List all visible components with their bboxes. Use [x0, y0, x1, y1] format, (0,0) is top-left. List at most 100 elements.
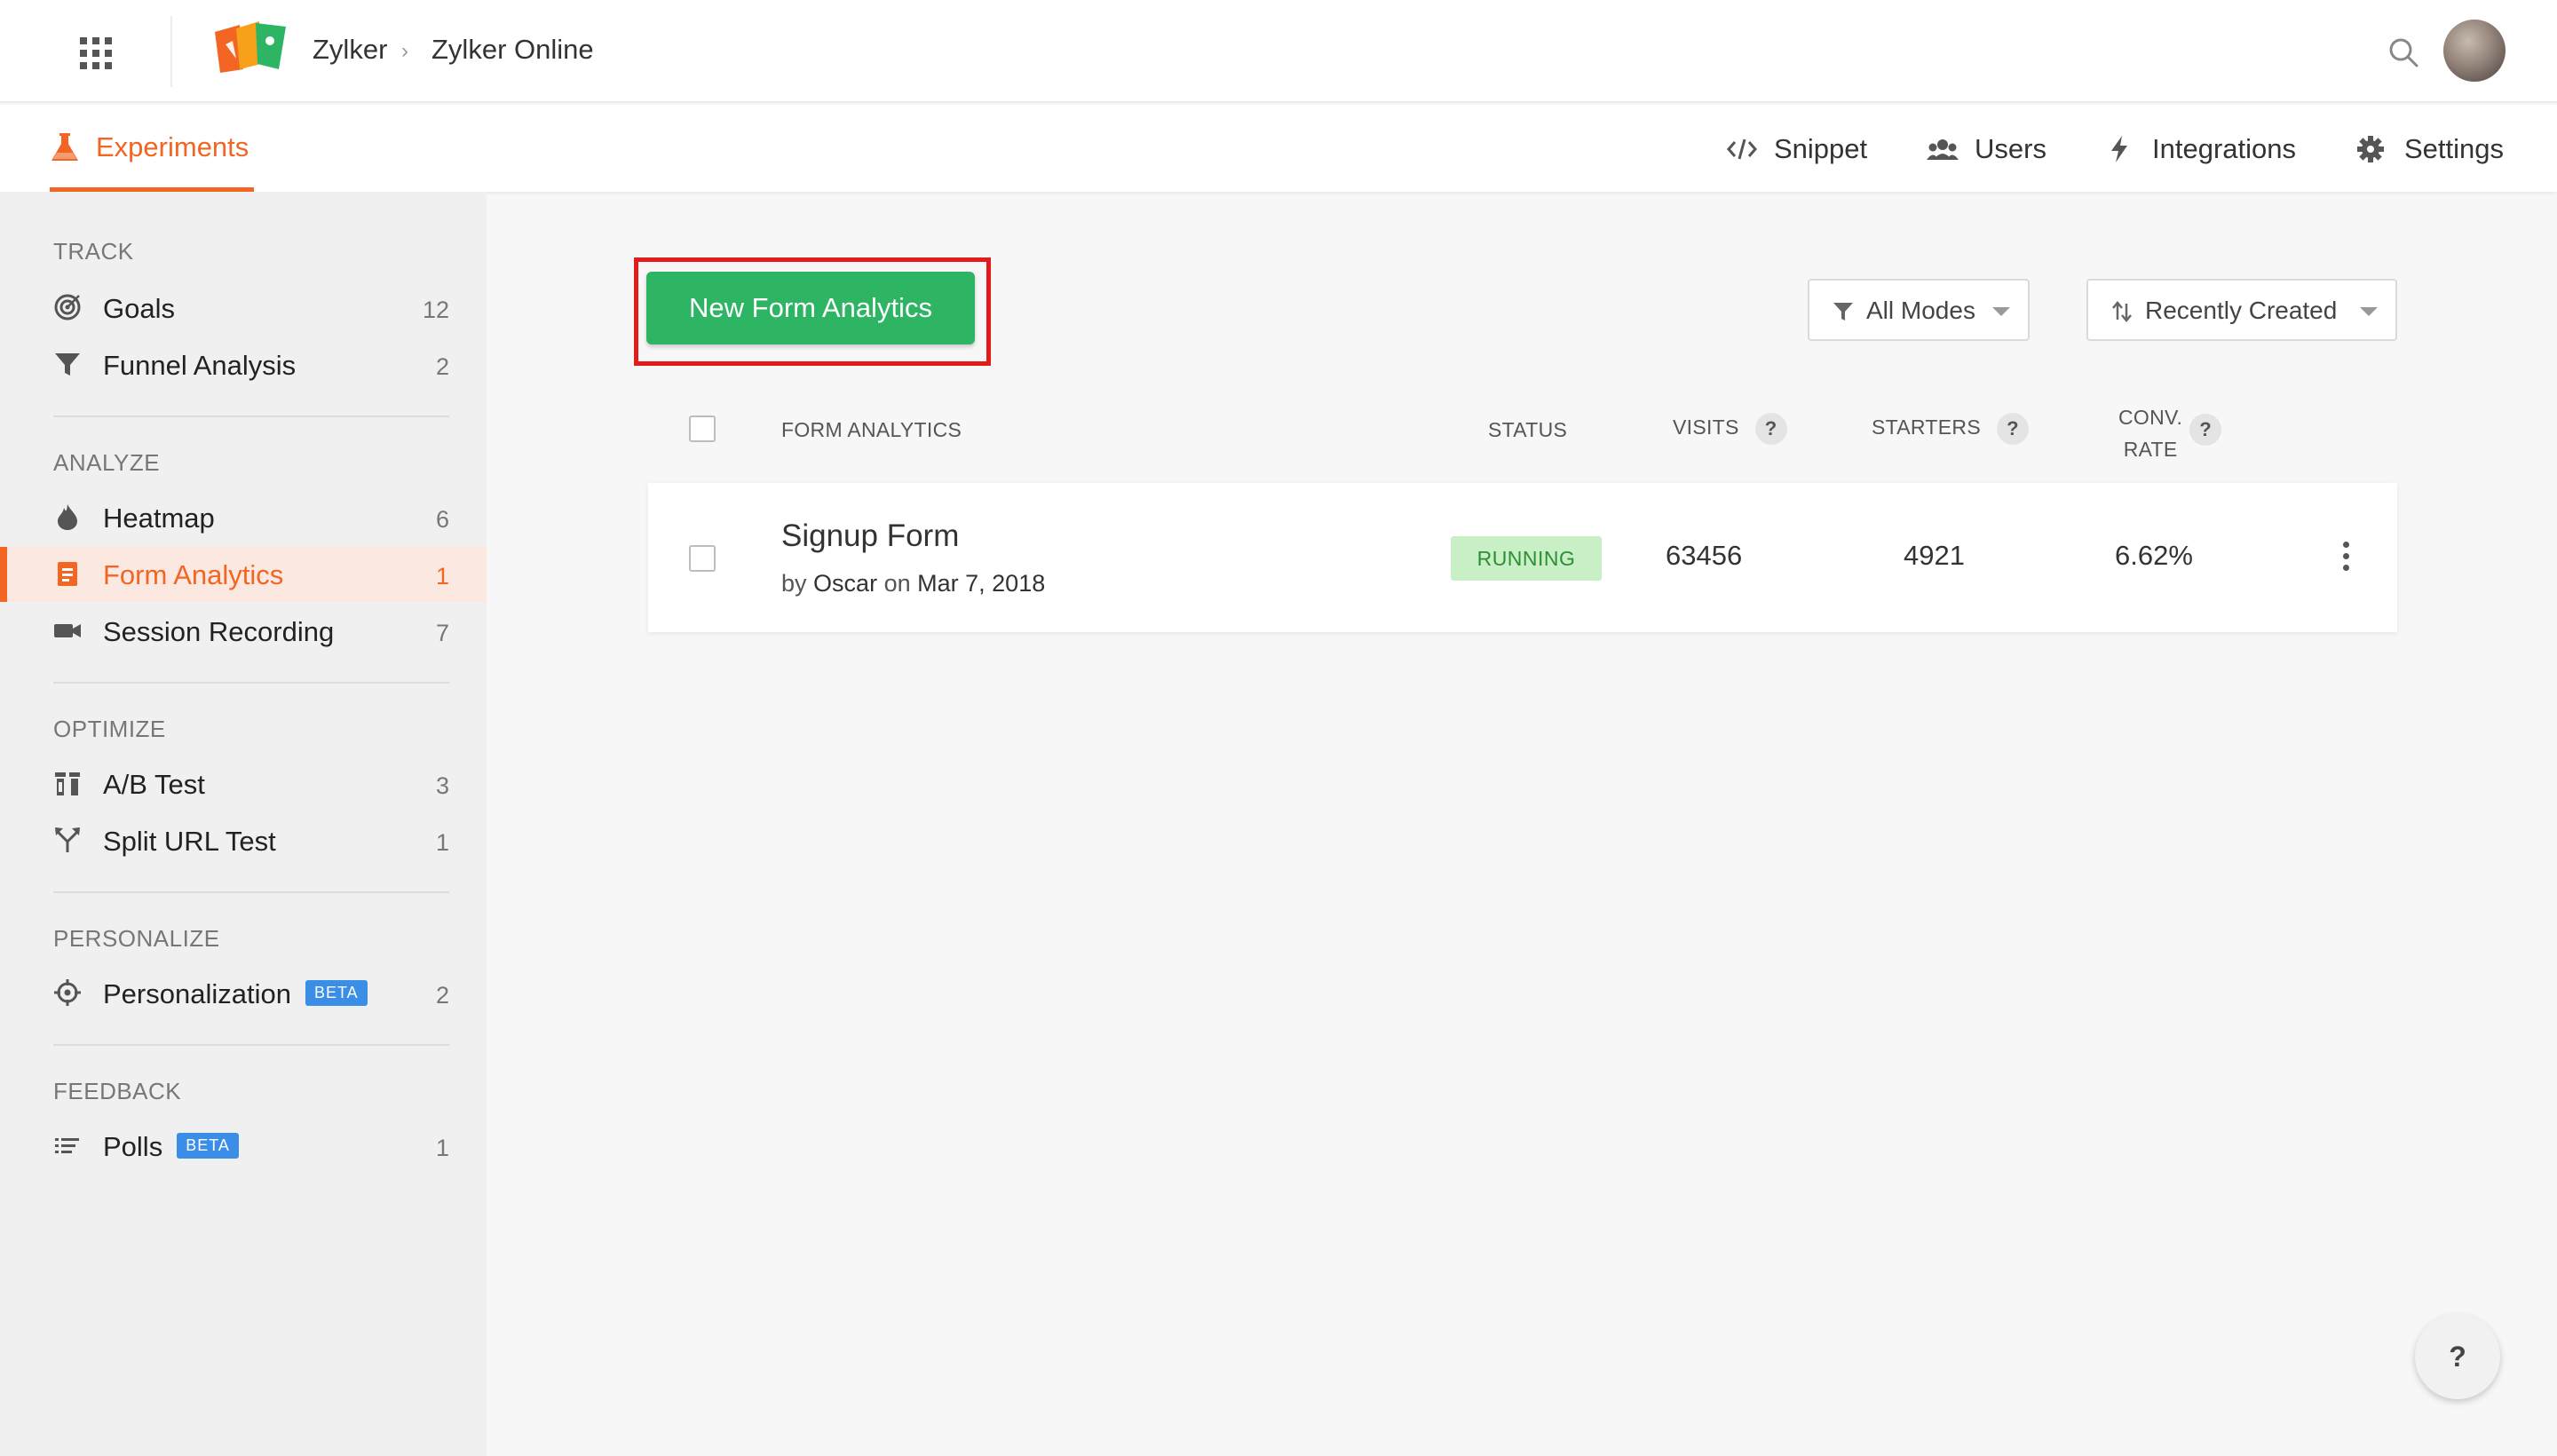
row-meta-by: by	[781, 570, 807, 597]
sidebar-item-label: Personalization BETA	[103, 978, 368, 1010]
nav-snippet[interactable]: Snippet	[1726, 133, 1867, 165]
tab-experiments-label: Experiments	[96, 131, 249, 162]
ab-test-icon	[55, 772, 80, 795]
sidebar-item-label: Polls BETA	[103, 1131, 239, 1163]
sidebar-item-label: Form Analytics	[103, 559, 284, 590]
column-header-conv-line1: CONV.	[2118, 406, 2183, 429]
help-icon[interactable]: ?	[2189, 414, 2221, 446]
tab-experiments[interactable]: Experiments	[50, 105, 254, 192]
section-title-optimize: OPTIMIZE	[53, 716, 166, 742]
app-grid-icon[interactable]	[80, 37, 112, 69]
column-header-status: STATUS	[1488, 418, 1568, 441]
form-icon	[58, 562, 77, 586]
crosshair-icon	[54, 979, 81, 1006]
section-title-analyze: ANALYZE	[53, 449, 161, 476]
mode-filter-value: All Modes	[1866, 297, 1975, 324]
beta-badge: BETA	[305, 980, 368, 1006]
sidebar-item-count: 12	[422, 297, 449, 323]
sidebar-item-label: A/B Test	[103, 769, 205, 800]
sidebar-item-count: 1	[435, 563, 449, 590]
sidebar-item-label: Session Recording	[103, 616, 335, 647]
row-title[interactable]: Signup Form	[781, 518, 959, 554]
sidebar: TRACK Goals 12 Funnel Analysis 2 ANALYZE…	[0, 192, 487, 1456]
sidebar-item-count: 1	[435, 1135, 449, 1161]
zylker-logo	[215, 21, 286, 73]
sidebar-item-polls[interactable]: Polls BETA 1	[0, 1119, 487, 1174]
breadcrumb-project[interactable]: Zylker Online	[431, 34, 594, 66]
row-author: Oscar	[813, 570, 878, 597]
help-icon[interactable]: ?	[1996, 413, 2029, 445]
sidebar-divider	[53, 415, 449, 417]
list-icon	[55, 1138, 79, 1153]
row-visits: 63456	[1666, 540, 1743, 571]
new-form-analytics-button[interactable]: New Form Analytics	[646, 272, 975, 344]
row-checkbox[interactable]	[689, 545, 716, 572]
target-icon	[54, 294, 81, 320]
row-meta: by Oscar on Mar 7, 2018	[781, 570, 1045, 597]
section-title-track: TRACK	[53, 238, 134, 265]
row-conv-rate: 6.62%	[2115, 540, 2193, 571]
column-header-starters-label: STARTERS	[1872, 415, 1981, 439]
sidebar-item-label: Goals	[103, 293, 175, 324]
sidebar-item-label: Split URL Test	[103, 826, 276, 857]
row-date: Mar 7, 2018	[917, 570, 1046, 597]
nav-settings-label: Settings	[2404, 133, 2505, 164]
help-icon[interactable]: ?	[1754, 413, 1787, 445]
column-header-visits-label: VISITS	[1673, 415, 1739, 439]
nav-integrations-label: Integrations	[2152, 133, 2296, 164]
sidebar-item-count: 1	[435, 829, 449, 856]
mode-filter-dropdown[interactable]: All Modes	[1808, 279, 2030, 341]
breadcrumb-org[interactable]: Zylker	[313, 34, 387, 66]
beta-badge: BETA	[177, 1133, 239, 1159]
lightning-icon	[2111, 136, 2127, 162]
breadcrumb-chevron-icon: ›	[401, 39, 408, 63]
table-row[interactable]: Signup Form by Oscar on Mar 7, 2018 RUNN…	[648, 483, 2397, 632]
chevron-down-icon	[2360, 307, 2378, 316]
sidebar-item-count: 6	[435, 506, 449, 533]
section-title-feedback: FEEDBACK	[53, 1078, 182, 1104]
nav-snippet-label: Snippet	[1774, 133, 1868, 164]
top-bar: Zylker › Zylker Online	[0, 0, 2557, 103]
sidebar-item-count: 3	[435, 772, 449, 799]
sidebar-item-count: 7	[435, 620, 449, 646]
avatar[interactable]	[2443, 20, 2506, 82]
select-all-checkbox[interactable]	[689, 415, 716, 442]
flask-icon	[51, 133, 78, 161]
sub-navigation: Experiments Snippet Users Integrations S…	[0, 105, 2557, 192]
sidebar-divider	[53, 1044, 449, 1046]
sidebar-item-label-text: Polls	[103, 1131, 163, 1162]
row-meta-on: on	[883, 570, 911, 597]
column-header-starters: STARTERS?	[1872, 413, 2029, 445]
sidebar-item-label: Heatmap	[103, 502, 215, 534]
gear-icon	[2357, 136, 2384, 162]
sort-icon	[2112, 301, 2132, 322]
sidebar-item-count: 2	[435, 353, 449, 380]
sidebar-item-label: Funnel Analysis	[103, 350, 297, 381]
sidebar-item-personalization[interactable]: Personalization BETA 2	[0, 966, 487, 1021]
sidebar-item-funnel-analysis[interactable]: Funnel Analysis 2	[0, 337, 487, 392]
code-icon	[1727, 138, 1757, 160]
filter-icon	[1833, 303, 1853, 320]
nav-settings[interactable]: Settings	[2356, 133, 2504, 165]
nav-users[interactable]: Users	[1927, 133, 2046, 165]
sidebar-item-goals[interactable]: Goals 12	[0, 281, 487, 336]
column-header-form-analytics: FORM ANALYTICS	[781, 418, 962, 441]
sidebar-item-ab-test[interactable]: A/B Test 3	[0, 756, 487, 811]
column-header-conv-line2: RATE	[2123, 438, 2178, 461]
more-options-icon[interactable]	[2339, 542, 2353, 577]
sort-dropdown[interactable]: Recently Created	[2086, 279, 2397, 341]
funnel-icon	[55, 353, 80, 376]
sidebar-divider	[53, 682, 449, 684]
video-camera-icon	[54, 624, 81, 637]
sidebar-item-count: 2	[435, 982, 449, 1009]
help-button[interactable]: ?	[2415, 1314, 2500, 1399]
divider	[170, 16, 172, 87]
sidebar-item-label-text: Personalization	[103, 978, 291, 1009]
search-icon[interactable]	[2387, 36, 2420, 69]
sidebar-item-form-analytics[interactable]: Form Analytics 1	[0, 547, 487, 602]
sidebar-item-heatmap[interactable]: Heatmap 6	[0, 490, 487, 545]
nav-users-label: Users	[1975, 133, 2046, 164]
nav-integrations[interactable]: Integrations	[2104, 133, 2296, 165]
sidebar-item-split-url-test[interactable]: Split URL Test 1	[0, 813, 487, 868]
sidebar-item-session-recording[interactable]: Session Recording 7	[0, 604, 487, 659]
